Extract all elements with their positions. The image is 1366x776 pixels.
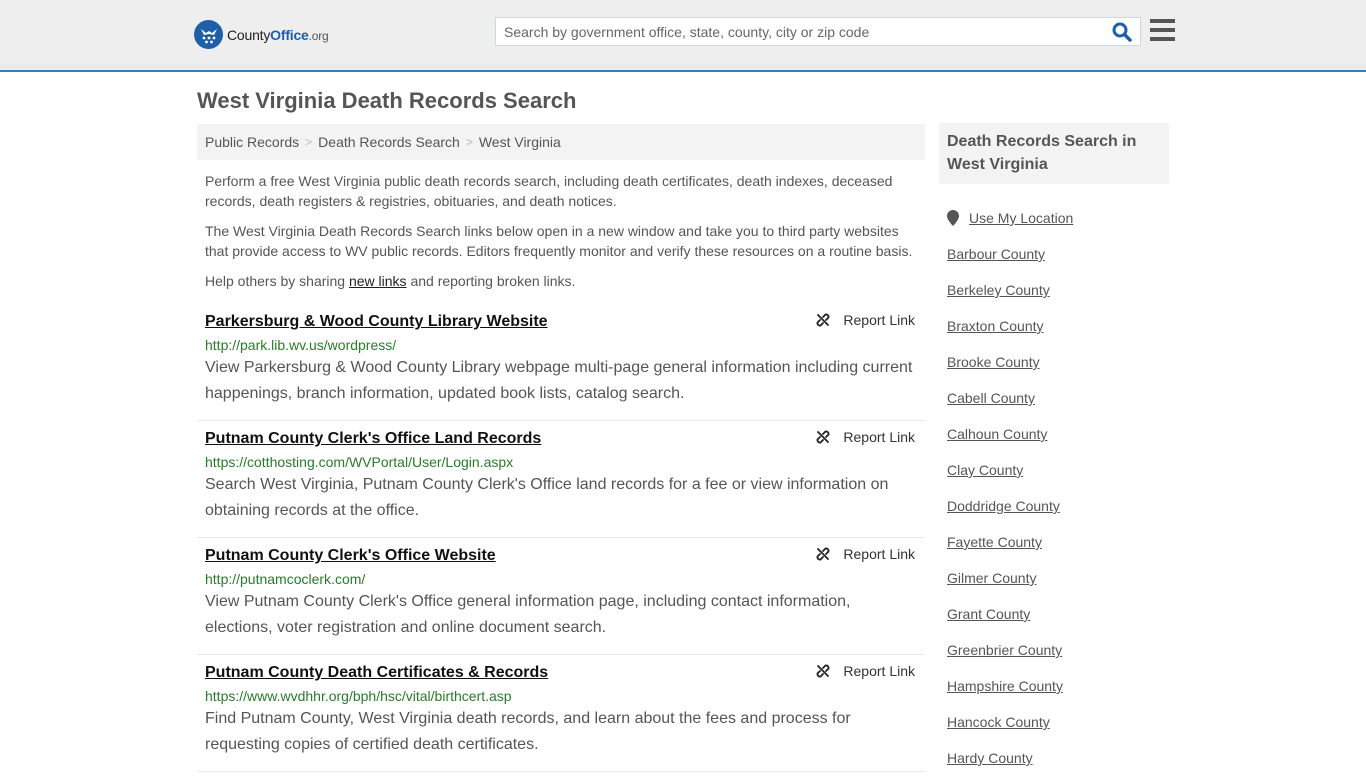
site-logo[interactable]: CountyOffice.org [194, 20, 329, 49]
sidebar-item-county[interactable]: Hampshire County [947, 668, 1167, 704]
county-link[interactable]: Clay County [947, 462, 1023, 478]
report-link-button[interactable]: Report Link [815, 429, 915, 445]
county-link[interactable]: Greenbrier County [947, 642, 1062, 658]
result-url: https://www.wvdhhr.org/bph/hsc/vital/bir… [205, 688, 512, 704]
breadcrumb-separator: > [305, 135, 313, 149]
sidebar-item-county[interactable]: Clay County [947, 452, 1167, 488]
sidebar-item-county[interactable]: Hardy County [947, 740, 1167, 776]
result-item: Putnam County Clerk's Office Website Rep… [197, 538, 925, 655]
intro-paragraph: Perform a free West Virginia public deat… [205, 173, 893, 209]
sidebar-item-county[interactable]: Greenbrier County [947, 632, 1167, 668]
county-link[interactable]: Calhoun County [947, 426, 1047, 442]
result-item: Putnam County Death Certificates & Recor… [197, 655, 925, 772]
eagle-stars-icon [194, 20, 223, 49]
sidebar-item-county[interactable]: Berkeley County [947, 272, 1167, 308]
sidebar-item-county[interactable]: Grant County [947, 596, 1167, 632]
county-link[interactable]: Hampshire County [947, 678, 1063, 694]
result-description: Find Putnam County, West Virginia death … [205, 710, 851, 753]
result-description: View Parkersburg & Wood County Library w… [205, 359, 913, 402]
result-title-link[interactable]: Putnam County Clerk's Office Land Record… [205, 429, 541, 449]
intro-text: Perform a free West Virginia public deat… [205, 171, 920, 301]
result-item: Putnam County Clerk's Office Land Record… [197, 421, 925, 538]
sidebar-item-county[interactable]: Gilmer County [947, 560, 1167, 596]
search-icon [1112, 22, 1132, 42]
sidebar-item-county[interactable]: Braxton County [947, 308, 1167, 344]
search-input[interactable] [496, 18, 1096, 45]
broken-link-icon [817, 664, 830, 678]
broken-link-icon [817, 547, 830, 561]
county-link[interactable]: Hardy County [947, 750, 1033, 766]
result-url: http://putnamcoclerk.com/ [205, 571, 366, 587]
page-title: West Virginia Death Records Search [197, 88, 577, 113]
report-link-button[interactable]: Report Link [815, 546, 915, 562]
breadcrumb-death-records-search[interactable]: Death Records Search [318, 134, 460, 150]
new-links-link[interactable]: new links [349, 273, 407, 289]
result-item: Parkersburg & Wood County Library Websit… [197, 304, 925, 421]
use-my-location[interactable]: Use My Location [947, 200, 1167, 236]
breadcrumb-public-records[interactable]: Public Records [205, 134, 299, 150]
sidebar-item-county[interactable]: Brooke County [947, 344, 1167, 380]
search-box [495, 17, 1141, 46]
sidebar-item-county[interactable]: Fayette County [947, 524, 1167, 560]
result-description: View Putnam County Clerk's Office genera… [205, 593, 851, 636]
breadcrumb: Public Records > Death Records Search > … [197, 124, 925, 160]
county-link[interactable]: Fayette County [947, 534, 1042, 550]
report-link-button[interactable]: Report Link [815, 312, 915, 328]
help-paragraph: Help others by sharing new links and rep… [205, 273, 576, 289]
menu-bar [1150, 37, 1175, 41]
county-link[interactable]: Braxton County [947, 318, 1044, 334]
result-url: https://cotthosting.com/WVPortal/User/Lo… [205, 454, 514, 470]
county-link[interactable]: Berkeley County [947, 282, 1050, 298]
broken-link-icon [817, 313, 830, 327]
menu-bar [1150, 19, 1175, 23]
county-link[interactable]: Barbour County [947, 246, 1045, 262]
result-url: http://park.lib.wv.us/wordpress/ [205, 337, 397, 353]
sidebar-item-county[interactable]: Hancock County [947, 704, 1167, 740]
result-title-link[interactable]: Parkersburg & Wood County Library Websit… [205, 312, 548, 332]
results-list: Parkersburg & Wood County Library Websit… [197, 304, 925, 772]
site-header: CountyOffice.org [0, 0, 1366, 72]
result-title-link[interactable]: Putnam County Death Certificates & Recor… [205, 663, 548, 683]
result-description: Search West Virginia, Putnam County Cler… [205, 476, 889, 519]
hamburger-menu-button[interactable] [1150, 19, 1175, 42]
map-pin-icon [947, 210, 959, 226]
result-title-link[interactable]: Putnam County Clerk's Office Website [205, 546, 496, 566]
county-link[interactable]: Cabell County [947, 390, 1035, 406]
menu-bar [1150, 28, 1175, 32]
intro-paragraph: The West Virginia Death Records Search l… [205, 223, 913, 259]
county-link[interactable]: Hancock County [947, 714, 1050, 730]
broken-link-icon [817, 430, 830, 444]
sidebar-item-county[interactable]: Doddridge County [947, 488, 1167, 524]
use-my-location-link[interactable]: Use My Location [969, 210, 1073, 226]
breadcrumb-separator: > [465, 135, 473, 149]
sidebar-county-list: Use My Location Barbour County Berkeley … [947, 200, 1167, 776]
county-link[interactable]: Brooke County [947, 354, 1040, 370]
sidebar-item-county[interactable]: Cabell County [947, 380, 1167, 416]
report-link-button[interactable]: Report Link [815, 663, 915, 679]
sidebar-item-county[interactable]: Calhoun County [947, 416, 1167, 452]
sidebar-item-county[interactable]: Barbour County [947, 236, 1167, 272]
breadcrumb-west-virginia[interactable]: West Virginia [479, 134, 561, 150]
sidebar-heading: Death Records Search in West Virginia [939, 123, 1169, 184]
county-link[interactable]: Grant County [947, 606, 1030, 622]
county-link[interactable]: Doddridge County [947, 498, 1060, 514]
county-link[interactable]: Gilmer County [947, 570, 1036, 586]
logo-text: CountyOffice.org [227, 26, 329, 43]
search-button[interactable] [1112, 22, 1134, 42]
